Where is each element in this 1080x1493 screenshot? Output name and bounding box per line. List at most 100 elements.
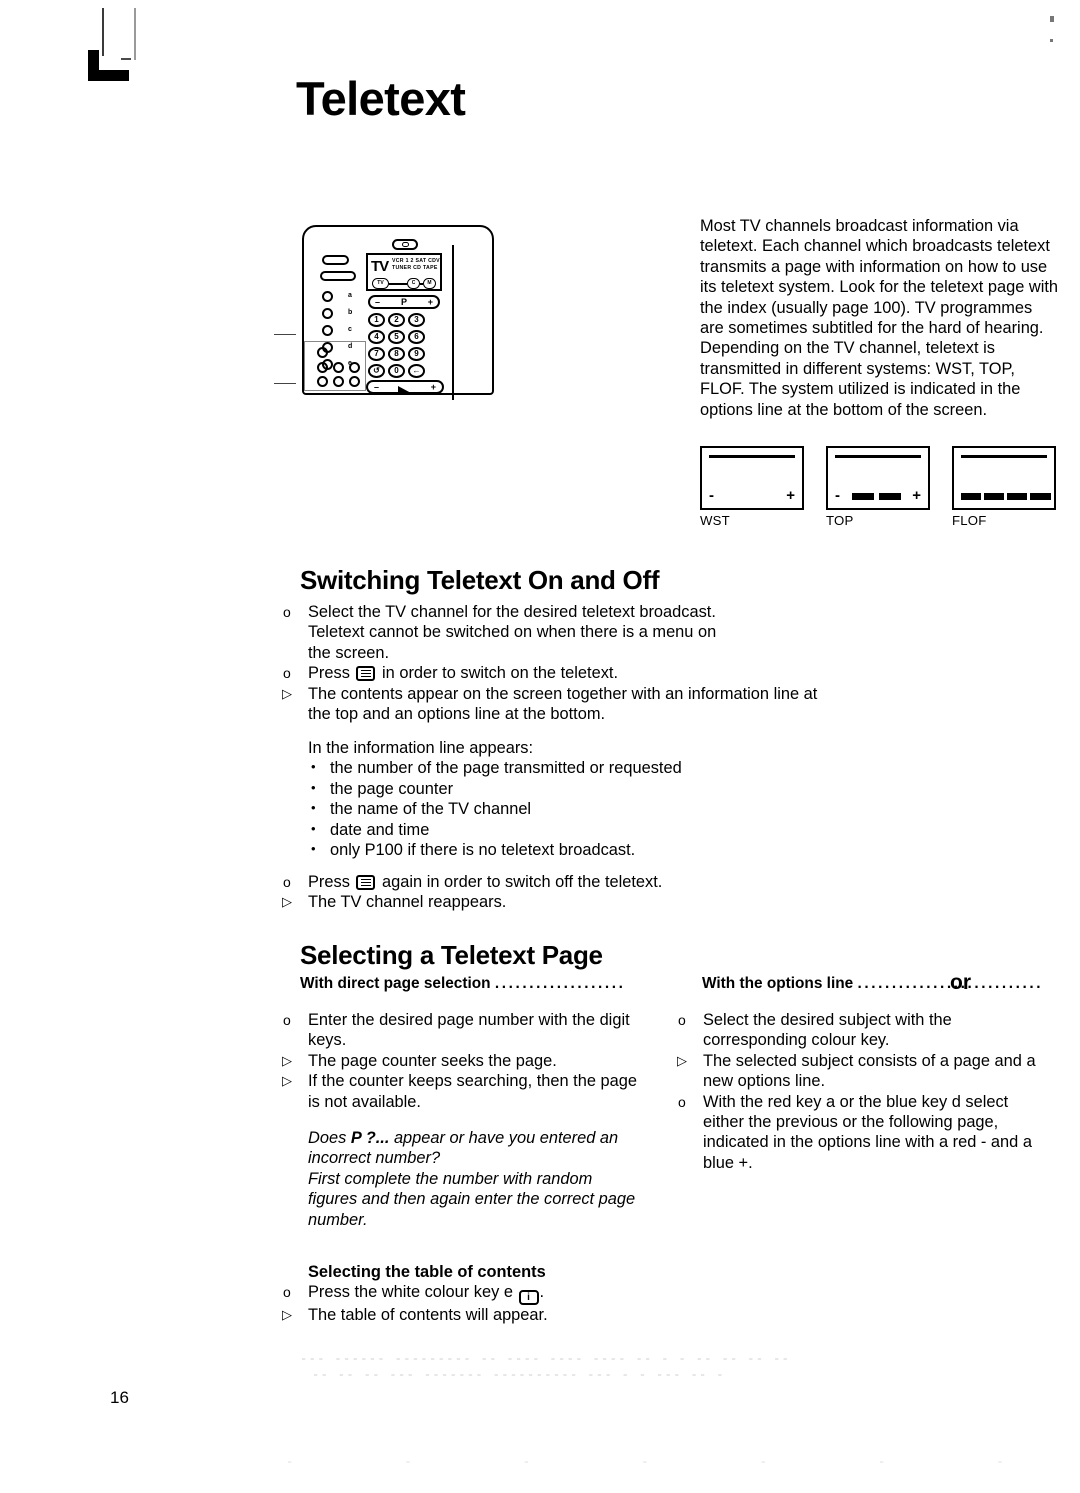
- leader-dots: ...................: [494, 975, 626, 992]
- list-item: o Select the TV channel for the desired …: [281, 602, 841, 663]
- remote-callout-box: [304, 341, 366, 391]
- list-item-line: the top and an options line at the botto…: [308, 705, 606, 724]
- teletext-key-icon: [356, 666, 376, 682]
- remote-key-2: 2: [388, 313, 405, 327]
- remote-volume-minus: –: [374, 382, 380, 392]
- switching-steps-group-2: o Press again in order to switch off the…: [281, 872, 841, 913]
- remote-program-minus: –: [375, 297, 381, 307]
- remote-key-label-a: a: [348, 292, 352, 299]
- screen-plus-label: +: [912, 487, 921, 504]
- remote-program-label: P: [400, 297, 408, 307]
- list-item-line: Press again in order to switch off the t…: [308, 872, 841, 892]
- options-bar: [984, 493, 1004, 500]
- info-key-icon: i: [518, 1290, 539, 1306]
- list-item: o Press the white colour key e i.: [281, 1282, 731, 1306]
- remote-dot-button: [349, 362, 360, 373]
- direct-selection-column: o Enter the desired page number with the…: [281, 1010, 661, 1112]
- remote-control-figure: a b c d e TV VCR 1 2 SAT CDV TUNER CD TA…: [274, 220, 506, 400]
- scan-speck: [1050, 16, 1054, 22]
- list-item-line: The selected subject consists of a page …: [703, 1051, 1036, 1070]
- scan-artifact-line: -- -- -- --- ------- ---------- --- - - …: [312, 1368, 725, 1382]
- note-prefix: Does: [308, 1129, 351, 1147]
- column-header-direct-label: With direct page selection: [300, 975, 491, 992]
- list-item-line: new options line.: [703, 1072, 826, 1091]
- remote-key-9: 9: [408, 347, 425, 361]
- remote-dot-button: [333, 362, 344, 373]
- speaker-icon: [398, 386, 411, 393]
- list-item: ▷ The contents appear on the screen toge…: [281, 684, 841, 725]
- callout-leader-line: [274, 383, 296, 385]
- remote-dash-button: [322, 255, 349, 265]
- list-item-line: indicated in the options line with a red…: [703, 1133, 1032, 1152]
- intro-paragraph: Most TV channels broadcast information v…: [700, 217, 1059, 419]
- remote-program-bar: – P +: [368, 295, 440, 309]
- system-label-top: TOP: [826, 513, 854, 528]
- list-item-line: blue +.: [703, 1153, 753, 1172]
- list-item-line: Enter the desired page number with the d…: [308, 1011, 630, 1029]
- teletext-system-figures: - + WST - + TOP FLOF: [700, 446, 1062, 538]
- system-label-wst: WST: [700, 513, 730, 528]
- list-item: the page counter: [308, 778, 868, 799]
- list-item-line: The page counter seeks the page.: [308, 1051, 557, 1070]
- list-marker-triangle: ▷: [282, 894, 292, 910]
- remote-dot-button: [333, 376, 344, 387]
- remote-colour-key-a: [322, 291, 333, 302]
- press-label-suffix: in order to switch on the teletext.: [382, 664, 618, 683]
- list-item-line: is not available.: [308, 1092, 421, 1111]
- options-bar: [852, 493, 874, 500]
- scan-speck: [1050, 39, 1053, 42]
- list-item-line: either the previous or the following pag…: [703, 1113, 999, 1132]
- list-item: ▷ If the counter keeps searching, then t…: [281, 1071, 661, 1112]
- options-bar: [961, 493, 981, 500]
- remote-colour-key-b: [322, 308, 333, 319]
- list-item-line: Select the desired subject with the: [703, 1011, 952, 1029]
- remote-source-line1: VCR 1 2 SAT CDV: [392, 258, 440, 264]
- list-item: only P100 if there is no teletext broadc…: [308, 839, 868, 860]
- press-label-suffix: .: [539, 1283, 545, 1302]
- remote-key-5: 5: [388, 330, 405, 344]
- direct-selection-note: Does P ?... appear or have you entered a…: [308, 1128, 678, 1230]
- note-line: number.: [308, 1210, 368, 1229]
- tv-screen-icon: - +: [700, 446, 804, 510]
- options-bar: [1030, 493, 1051, 500]
- remote-key-7: 7: [368, 347, 385, 361]
- list-item-line: The table of contents will appear.: [308, 1306, 548, 1325]
- remote-power-button: [392, 239, 418, 250]
- remote-pill-tv: TV: [372, 278, 389, 289]
- list-marker-triangle: ▷: [282, 1073, 292, 1089]
- screen-minus-label: -: [835, 487, 840, 504]
- page-number: 16: [110, 1388, 129, 1407]
- callout-leader-line: [274, 334, 296, 336]
- list-item: ▷ The table of contents will appear.: [281, 1305, 731, 1325]
- tv-screen-icon: - +: [826, 446, 930, 510]
- list-marker-circle: o: [283, 874, 291, 890]
- list-marker-circle: o: [283, 665, 291, 682]
- remote-volume-bar: – +: [366, 380, 444, 394]
- list-marker-triangle: ▷: [282, 1307, 292, 1323]
- remote-key-6: 6: [408, 330, 425, 344]
- list-item-line: The contents appear on the screen togeth…: [308, 684, 818, 703]
- list-item-line: corresponding colour key.: [703, 1031, 890, 1050]
- list-item: date and time: [308, 819, 868, 840]
- screen-minus-label: -: [709, 487, 714, 504]
- remote-right-panel: [452, 245, 500, 400]
- document-page: Teletext a b c d e TV VCR 1 2 SAT CDV TU…: [0, 0, 1080, 1493]
- information-line-bullets: the number of the page transmitted or re…: [308, 757, 868, 860]
- remote-key-0: 0: [388, 364, 405, 378]
- list-marker-triangle: ▷: [282, 685, 292, 701]
- remote-key-label-b: b: [348, 309, 353, 316]
- remote-mode-pills: TV C M: [371, 277, 441, 291]
- list-item: o Enter the desired page number with the…: [281, 1010, 661, 1051]
- remote-source-tv-label: TV: [371, 258, 389, 275]
- selection-column-headers: With direct page selection .............…: [300, 971, 1062, 1001]
- leader-dots: ...........................: [857, 975, 1044, 992]
- remote-pill-m: M: [423, 278, 436, 289]
- remote-dot-button: [317, 376, 328, 387]
- column-header-options-label: With the options line: [702, 975, 854, 992]
- remote-volume-plus: +: [430, 382, 436, 392]
- list-item-line: keys.: [308, 1031, 347, 1050]
- information-line-list: In the information line appears: the num…: [308, 738, 868, 860]
- remote-dot-button: [317, 347, 328, 358]
- list-marker-circle: o: [283, 1284, 291, 1301]
- remote-key-label-c: c: [348, 326, 352, 333]
